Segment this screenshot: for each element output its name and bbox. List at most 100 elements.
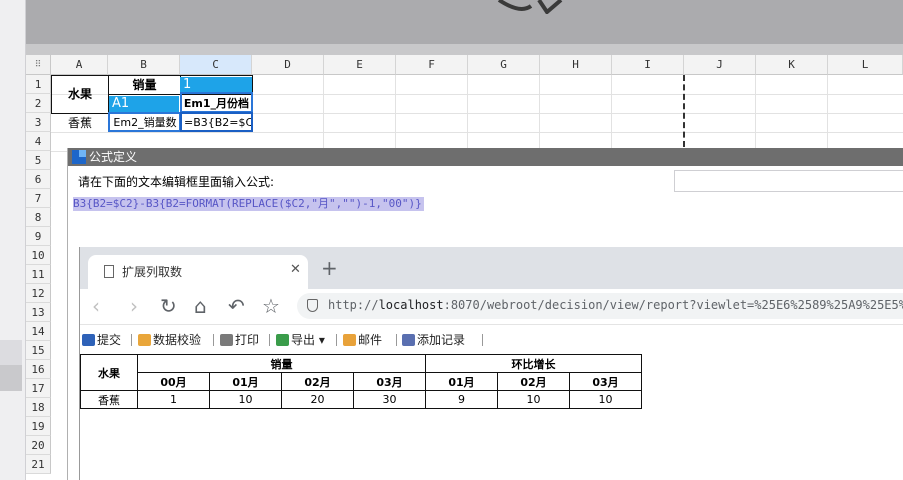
row-header-17[interactable]: 17	[26, 379, 51, 398]
add-record-button[interactable]: 添加记录	[402, 330, 465, 350]
report-growth-month: 01月	[425, 372, 498, 391]
row-header-18[interactable]: 18	[26, 398, 51, 417]
report-sales-month: 01月	[209, 372, 282, 391]
report-header-fruit: 水果	[80, 354, 138, 391]
grid-line	[467, 75, 468, 151]
row-header-15[interactable]: 15	[26, 341, 51, 360]
shield-icon	[307, 299, 318, 312]
column-header-k[interactable]: K	[756, 55, 828, 75]
report-header-growth: 环比增长	[425, 354, 642, 373]
validate-button[interactable]: 数据校验	[138, 330, 201, 350]
grid-line	[755, 75, 756, 151]
url-text: http://localhost:8070/webroot/decision/v…	[328, 298, 903, 312]
column-header-b[interactable]: B	[108, 55, 180, 75]
row-header-12[interactable]: 12	[26, 284, 51, 303]
row-header-9[interactable]: 9	[26, 227, 51, 246]
function-search-input[interactable]	[674, 170, 903, 192]
report-growth-month: 03月	[569, 372, 642, 391]
left-panel-item-selected[interactable]	[0, 365, 22, 391]
column-header-i[interactable]: I	[612, 55, 684, 75]
column-expand-tag: 1	[180, 77, 252, 93]
column-header-j[interactable]: J	[684, 55, 756, 75]
row-header-11[interactable]: 11	[26, 265, 51, 284]
row-header-3[interactable]: 3	[26, 113, 51, 132]
row-header-8[interactable]: 8	[26, 208, 51, 227]
reference-cell-outline	[108, 112, 181, 132]
browser-tab[interactable]: 扩展列取数 ✕	[88, 255, 308, 289]
row-header-2[interactable]: 2	[26, 94, 51, 113]
grid-line	[539, 75, 540, 151]
report-growth-month: 02月	[497, 372, 570, 391]
report-sales-value: 1	[137, 390, 210, 409]
validate-icon	[138, 334, 151, 346]
reload-icon[interactable]: ↻	[160, 294, 177, 318]
report-sales-month: 00月	[137, 372, 210, 391]
home-icon[interactable]: ⌂	[194, 294, 207, 318]
new-tab-icon[interactable]: +	[321, 256, 338, 280]
report-sales-value: 10	[209, 390, 282, 409]
grid-line	[611, 75, 612, 151]
formula-prompt-label: 请在下面的文本编辑框里面输入公式:	[78, 175, 275, 189]
column-header-a[interactable]: A	[51, 55, 108, 75]
report-sales-value: 30	[353, 390, 426, 409]
column-header-c[interactable]: C	[180, 55, 252, 75]
toolbar-separator	[482, 334, 483, 346]
toolbar-separator	[396, 334, 397, 346]
designer-canvas	[26, 0, 903, 44]
submit-button[interactable]: 提交	[82, 330, 121, 350]
mail-icon	[343, 334, 356, 346]
toolbar-separator	[336, 334, 337, 346]
column-header-e[interactable]: E	[324, 55, 396, 75]
row-header-21[interactable]: 21	[26, 455, 51, 474]
row-header-19[interactable]: 19	[26, 417, 51, 436]
report-growth-value: 10	[497, 390, 570, 409]
address-bar[interactable]: http://localhost:8070/webroot/decision/v…	[297, 293, 903, 319]
column-header-f[interactable]: F	[396, 55, 468, 75]
row-header-4[interactable]: 4	[26, 132, 51, 151]
column-header-l[interactable]: L	[828, 55, 903, 75]
report-sales-month: 02月	[281, 372, 354, 391]
row-header-14[interactable]: 14	[26, 322, 51, 341]
row-header-6[interactable]: 6	[26, 170, 51, 189]
browser-preview-window: 扩展列取数 ✕ + ‹ › ↻ ⌂ ↶ ☆ http://localhost:8…	[79, 247, 903, 480]
mail-button[interactable]: 邮件	[343, 330, 382, 350]
report-header-sales: 销量	[137, 354, 426, 373]
report-sales-month: 03月	[353, 372, 426, 391]
reference-cell-outline	[180, 92, 253, 113]
formula-editor-text[interactable]: B3{B2=$C2}-B3{B2=FORMAT(REPLACE($C2,"月",…	[73, 197, 424, 211]
cell-b1-sales[interactable]: 销量	[108, 75, 181, 95]
printer-icon	[220, 334, 233, 346]
row-header-1[interactable]: 1	[26, 75, 51, 94]
print-button[interactable]: 打印	[220, 330, 259, 350]
cell-a3-fruit-name[interactable]: 香蕉	[51, 113, 109, 133]
grid-line	[395, 75, 396, 151]
forward-arrow-icon[interactable]: ›	[130, 294, 138, 318]
row-header-20[interactable]: 20	[26, 436, 51, 455]
column-header-g[interactable]: G	[468, 55, 540, 75]
tab-close-icon[interactable]: ✕	[290, 262, 301, 277]
row-header-10[interactable]: 10	[26, 246, 51, 265]
dialog-title-bar[interactable]: 公式定义	[68, 148, 903, 166]
report-growth-value: 10	[569, 390, 642, 409]
undo-icon[interactable]: ↶	[228, 294, 245, 318]
toolbar-separator	[131, 334, 132, 346]
row-header-13[interactable]: 13	[26, 303, 51, 322]
export-icon	[276, 334, 289, 346]
row-header-5[interactable]: 5	[26, 151, 51, 170]
row-header-16[interactable]: 16	[26, 360, 51, 379]
cell-a1-fruit[interactable]: 水果	[51, 75, 109, 114]
export-button[interactable]: 导出 ▾	[276, 330, 325, 350]
bookmark-star-icon[interactable]: ☆	[262, 294, 280, 318]
column-header-h[interactable]: H	[540, 55, 612, 75]
column-header-d[interactable]: D	[252, 55, 324, 75]
report-fruit-name: 香蕉	[80, 390, 138, 409]
row-header-7[interactable]: 7	[26, 189, 51, 208]
decorative-stroke-icon	[497, 0, 563, 14]
left-panel-strip	[0, 0, 26, 480]
select-all-corner[interactable]: ⠿	[26, 55, 51, 75]
browser-nav-bar: ‹ › ↻ ⌂ ↶ ☆ http://localhost:8070/webroo…	[80, 289, 903, 325]
add-record-icon	[402, 334, 415, 346]
page-document-icon	[104, 265, 114, 278]
back-arrow-icon[interactable]: ‹	[92, 294, 100, 318]
toolbar-separator	[213, 334, 214, 346]
